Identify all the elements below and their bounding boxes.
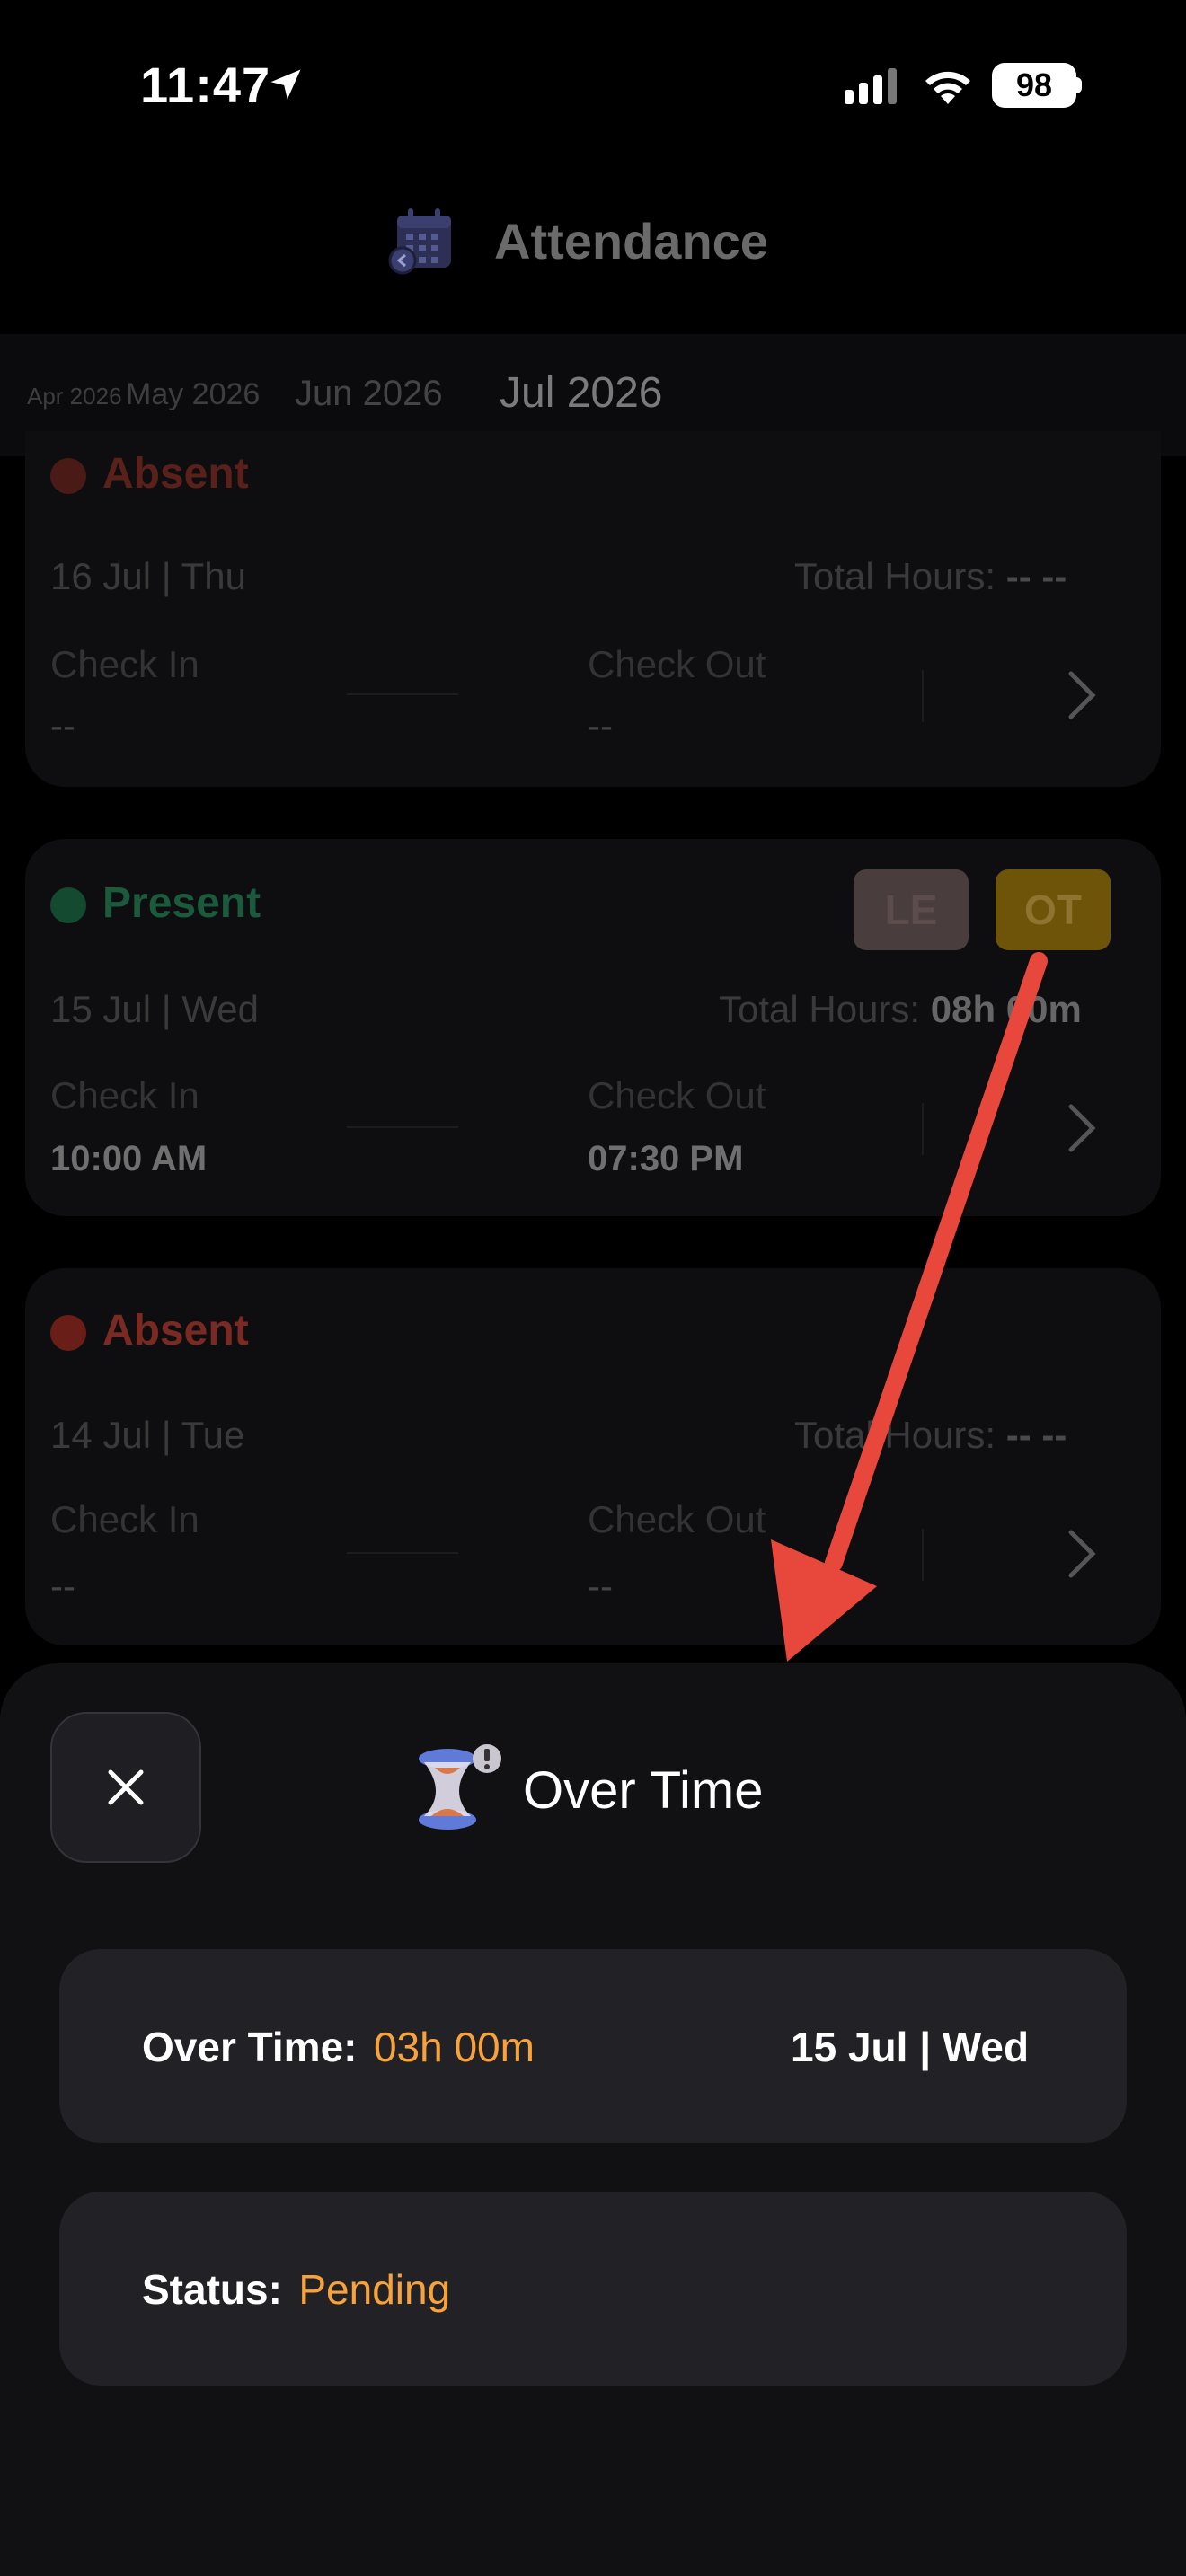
check-in-value: -- xyxy=(50,1565,75,1607)
check-out-label: Check Out xyxy=(588,1074,766,1116)
total-hours-label: Total Hours: xyxy=(719,988,921,1030)
wifi-icon xyxy=(925,71,970,104)
overtime-value: 03h 00m xyxy=(373,2024,535,2070)
attendance-date: 16 Jul | Thu xyxy=(50,555,246,597)
tab-month-may-2026[interactable]: May 2026 xyxy=(126,377,260,412)
present-status-dot xyxy=(50,887,86,923)
check-out-label: Check Out xyxy=(588,1498,766,1540)
divider xyxy=(922,1103,924,1155)
check-in-label: Check In xyxy=(50,1498,199,1540)
attendance-date: 15 Jul | Wed xyxy=(50,988,259,1030)
divider xyxy=(922,670,924,722)
attendance-status: Absent xyxy=(102,450,249,498)
battery-tip xyxy=(1075,77,1082,93)
absent-status-dot xyxy=(50,458,86,494)
tab-month-jul-2026[interactable]: Jul 2026 xyxy=(500,368,662,418)
chevron-right-icon[interactable] xyxy=(1064,1101,1100,1155)
close-button[interactable] xyxy=(50,1712,201,1863)
total-hours: Total Hours: -- -- xyxy=(794,1414,1067,1457)
late-entry-badge: LE xyxy=(854,869,969,950)
tab-month-jun-2026[interactable]: Jun 2026 xyxy=(295,374,443,414)
overtime-date: 15 Jul | Wed xyxy=(791,2024,1030,2070)
total-hours-value: -- -- xyxy=(1005,1414,1067,1456)
total-hours: Total Hours: -- -- xyxy=(794,555,1067,598)
cellular-signal-icon xyxy=(845,68,897,104)
status-time: 11:47 xyxy=(140,57,271,113)
absent-status-dot xyxy=(50,1315,86,1351)
total-hours: Total Hours: 08h 00m xyxy=(719,988,1082,1031)
total-hours-value: -- -- xyxy=(1005,555,1067,597)
check-out-value: -- xyxy=(588,1565,613,1607)
overtime-label: Over Time: xyxy=(142,2024,358,2070)
attendance-status: Absent xyxy=(102,1307,249,1354)
status-label: Status: xyxy=(142,2266,282,2313)
divider xyxy=(347,1126,458,1128)
page-title: Attendance xyxy=(494,213,768,269)
check-in-value: -- xyxy=(50,704,75,746)
hourglass-icon xyxy=(419,1744,501,1830)
calendar-icon xyxy=(388,208,451,275)
check-in-label: Check In xyxy=(50,1074,199,1116)
overtime-row: Over Time: 03h 00m xyxy=(142,2023,535,2071)
total-hours-label: Total Hours: xyxy=(794,1414,996,1456)
check-in-value: 10:00 AM xyxy=(50,1139,208,1178)
total-hours-value: 08h 00m xyxy=(930,988,1082,1030)
overtime-badge[interactable]: OT xyxy=(996,869,1111,950)
status-value: Pending xyxy=(298,2266,451,2313)
close-icon xyxy=(108,1769,144,1805)
check-out-label: Check Out xyxy=(588,643,766,685)
status-row: Status: Pending xyxy=(142,2265,450,2314)
check-in-label: Check In xyxy=(50,643,199,685)
divider xyxy=(347,693,458,695)
battery-indicator: 98 xyxy=(992,63,1076,108)
check-out-value: -- xyxy=(588,704,613,746)
chevron-right-icon[interactable] xyxy=(1064,1527,1100,1581)
sheet-title: Over Time xyxy=(523,1761,764,1820)
divider xyxy=(922,1529,924,1581)
total-hours-label: Total Hours: xyxy=(794,555,996,597)
divider xyxy=(347,1552,458,1554)
attendance-date: 14 Jul | Tue xyxy=(50,1414,245,1456)
location-arrow-icon xyxy=(270,69,301,100)
chevron-right-icon[interactable] xyxy=(1064,668,1100,722)
attendance-status: Present xyxy=(102,879,261,927)
check-out-value: 07:30 PM xyxy=(588,1139,744,1178)
tab-month-apr-2026[interactable]: Apr 2026 xyxy=(27,383,122,410)
